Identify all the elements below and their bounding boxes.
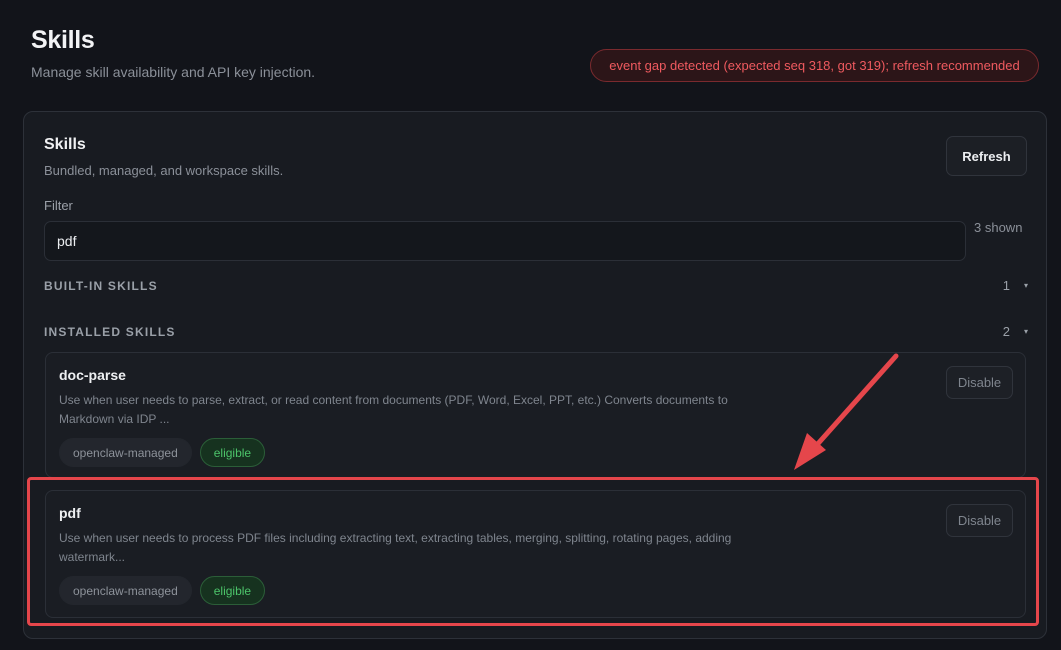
filter-label: Filter [44, 198, 73, 213]
triangle-down-icon[interactable]: ▾ [1024, 281, 1028, 290]
skill-item-doc-parse: doc-parse Use when user needs to parse, … [45, 352, 1026, 478]
skills-page: Skills Manage skill availability and API… [0, 0, 1061, 650]
section-title: INSTALLED SKILLS [44, 324, 176, 339]
eligible-badge: eligible [199, 438, 266, 467]
card-subtitle: Bundled, managed, and workspace skills. [44, 163, 284, 178]
disable-button[interactable]: Disable [946, 366, 1013, 399]
error-message: event gap detected (expected seq 318, go… [609, 58, 1020, 73]
section-title: BUILT-IN SKILLS [44, 278, 158, 293]
skill-name: pdf [59, 505, 81, 521]
skill-description: Use when user needs to parse, extract, o… [59, 393, 728, 426]
card-title: Skills [44, 136, 86, 153]
section-builtin-skills[interactable]: BUILT-IN SKILLS 1 ▾ [44, 278, 1028, 293]
error-banner: event gap detected (expected seq 318, go… [590, 49, 1039, 82]
skill-tags: openclaw-managed eligible [59, 576, 266, 605]
disable-button[interactable]: Disable [946, 504, 1013, 537]
triangle-down-icon[interactable]: ▾ [1024, 327, 1028, 336]
section-count: 1 [1002, 278, 1010, 293]
skill-name: doc-parse [59, 367, 126, 383]
skill-item-pdf: pdf Use when user needs to process PDF f… [45, 490, 1026, 618]
source-tag: openclaw-managed [59, 438, 192, 467]
section-installed-skills[interactable]: INSTALLED SKILLS 2 ▾ [44, 324, 1028, 339]
shown-count: 3 shown [974, 220, 1023, 235]
filter-input[interactable] [44, 221, 966, 261]
refresh-button[interactable]: Refresh [946, 136, 1027, 176]
skill-description: Use when user needs to process PDF files… [59, 531, 732, 564]
skill-tags: openclaw-managed eligible [59, 438, 266, 467]
section-count: 2 [1002, 324, 1010, 339]
source-tag: openclaw-managed [59, 576, 192, 605]
skills-card: Skills Bundled, managed, and workspace s… [23, 111, 1047, 639]
page-subtitle: Manage skill availability and API key in… [31, 64, 316, 80]
page-title: Skills [31, 26, 95, 54]
eligible-badge: eligible [199, 576, 266, 605]
